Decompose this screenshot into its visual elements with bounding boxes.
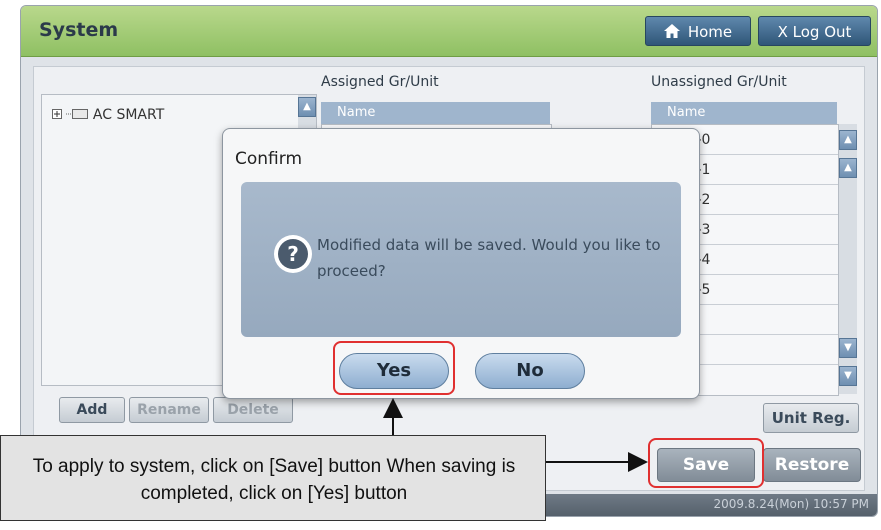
callout-text: To apply to system, click on [Save] butt…	[32, 456, 516, 504]
instruction-callout: To apply to system, click on [Save] butt…	[0, 435, 546, 521]
